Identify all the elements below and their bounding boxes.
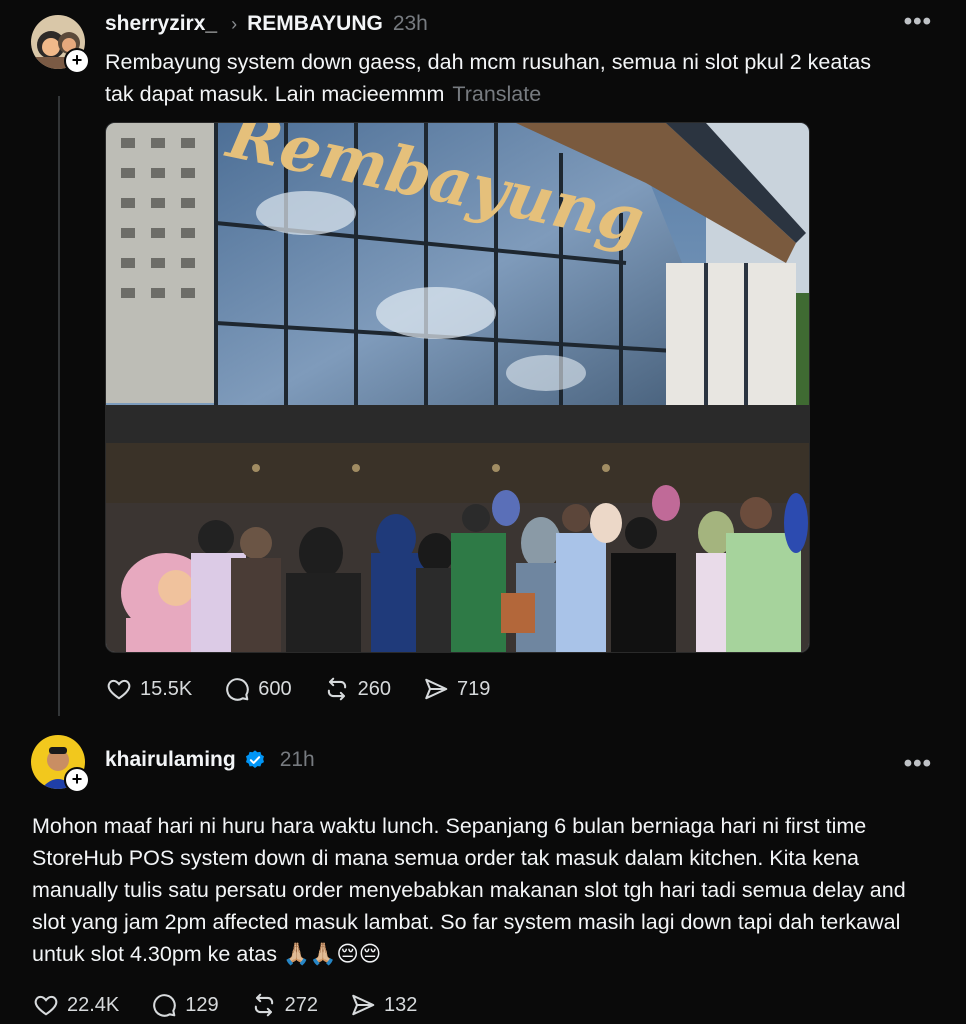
- verified-icon: [245, 750, 264, 768]
- heart-icon: [34, 995, 58, 1016]
- like-count: 22.4K: [67, 993, 120, 1016]
- share-icon: [425, 678, 448, 700]
- repost-count: 272: [284, 993, 319, 1016]
- share-button[interactable]: 719: [423, 676, 490, 702]
- post-1-actions: 15.5K 600 260 719: [106, 676, 522, 702]
- follow-plus-icon[interactable]: +: [64, 767, 90, 793]
- post-1-text: Rembayung system down gaess, dah mcm rus…: [105, 46, 885, 110]
- comment-icon: [153, 994, 177, 1017]
- reply-button[interactable]: 129: [151, 992, 219, 1018]
- share-count: 132: [384, 993, 418, 1016]
- post-2-actions: 22.4K 129 272 132: [33, 992, 449, 1018]
- more-icon[interactable]: •••: [904, 750, 932, 778]
- repost-icon: [254, 993, 273, 1017]
- repost-count: 260: [357, 677, 392, 700]
- comment-icon: [226, 678, 250, 701]
- repost-button[interactable]: 272: [251, 992, 318, 1018]
- follow-plus-icon[interactable]: +: [64, 48, 90, 74]
- more-icon[interactable]: •••: [904, 8, 932, 36]
- share-count: 719: [457, 677, 491, 700]
- like-count: 15.5K: [140, 677, 193, 700]
- reply-button[interactable]: 600: [224, 676, 292, 702]
- like-button[interactable]: 22.4K: [33, 992, 119, 1018]
- topic-tag[interactable]: REMBAYUNG: [247, 12, 383, 36]
- post-2: + khairulaming 21h ••• Mohon maaf hari n…: [0, 730, 966, 1024]
- share-icon: [352, 994, 375, 1016]
- timestamp[interactable]: 23h: [393, 12, 428, 36]
- post-body: Mohon maaf hari ni huru hara waktu lunch…: [32, 814, 906, 966]
- thread-connector: [58, 96, 60, 716]
- username[interactable]: khairulaming: [105, 748, 236, 772]
- post-image[interactable]: Rembayung: [105, 122, 810, 653]
- timestamp[interactable]: 21h: [280, 748, 315, 772]
- repost-button[interactable]: 260: [324, 676, 391, 702]
- heart-icon: [107, 679, 131, 700]
- chevron-right-icon: ›: [231, 13, 238, 34]
- share-button[interactable]: 132: [350, 992, 417, 1018]
- like-button[interactable]: 15.5K: [106, 676, 192, 702]
- username[interactable]: sherryzirx_: [105, 12, 217, 36]
- reply-count: 600: [258, 677, 292, 700]
- post-1: + sherryzirx_ › REMBAYUNG 23h ••• Rembay…: [0, 0, 966, 730]
- post-1-header: sherryzirx_ › REMBAYUNG 23h: [105, 12, 428, 36]
- reply-count: 129: [185, 993, 219, 1016]
- translate-link[interactable]: Translate: [452, 82, 541, 106]
- post-2-header: khairulaming 21h: [105, 748, 315, 772]
- post-2-text: Mohon maaf hari ni huru hara waktu lunch…: [32, 810, 937, 970]
- repost-icon: [327, 677, 346, 701]
